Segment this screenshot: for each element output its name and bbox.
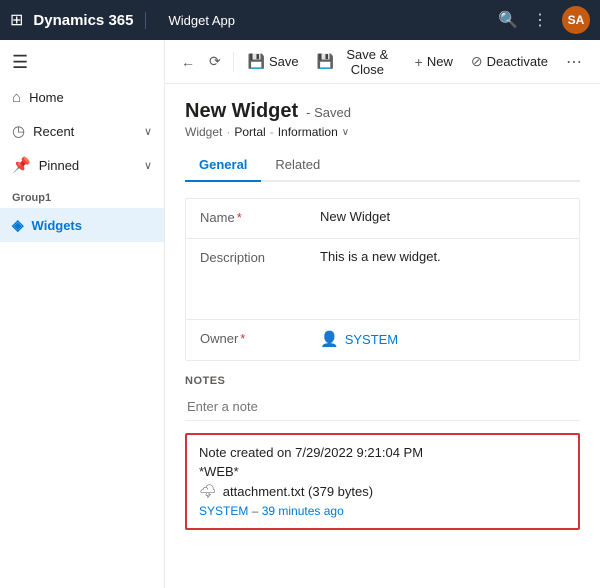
more-options-icon[interactable]: ⋮ <box>532 10 548 30</box>
sidebar-item-home-label: Home <box>29 90 64 105</box>
owner-name: SYSTEM <box>345 332 398 347</box>
attachment-icon: 🌩 <box>199 483 217 500</box>
field-owner-label: Owner* <box>200 330 320 346</box>
deactivate-label: Deactivate <box>487 54 548 69</box>
form-title: New Widget <box>185 100 298 123</box>
breadcrumb-dropdown-icon[interactable]: ∨ <box>342 127 349 138</box>
save-close-button[interactable]: 💾 Save & Close <box>309 41 405 83</box>
recent-icon: ◷ <box>12 122 25 140</box>
content-area: ← ⟳ 💾 Save 💾 Save & Close + New ⊘ Deacti… <box>165 40 600 588</box>
sidebar-item-recent-label: Recent <box>33 124 74 139</box>
note-date: Note created on 7/29/2022 9:21:04 PM <box>199 445 566 460</box>
field-owner-row: Owner* 👤 SYSTEM <box>186 320 579 360</box>
tabs: General Related <box>185 149 580 182</box>
save-button[interactable]: 💾 Save <box>240 47 307 76</box>
command-bar: ← ⟳ 💾 Save 💾 Save & Close + New ⊘ Deacti… <box>165 40 600 84</box>
divider <box>233 52 234 72</box>
refresh-button[interactable]: ⟳ <box>203 47 227 76</box>
field-description-value[interactable]: This is a new widget. <box>320 249 565 309</box>
main-layout: ☰ ⌂ Home ◷ Recent ∨ 📌 Pinned ∨ Group1 ◈ … <box>0 40 600 588</box>
back-button[interactable]: ← <box>175 48 201 76</box>
sidebar-item-home[interactable]: ⌂ Home <box>0 81 164 114</box>
save-label: Save <box>269 54 299 69</box>
breadcrumb-part3: Information <box>278 125 338 139</box>
app-title: Dynamics 365 <box>33 12 146 29</box>
field-name-value[interactable]: New Widget <box>320 209 565 224</box>
deactivate-button[interactable]: ⊘ Deactivate <box>463 47 556 76</box>
person-icon: 👤 <box>320 330 339 348</box>
hamburger-icon[interactable]: ☰ <box>0 44 164 81</box>
breadcrumb-sep1: · <box>226 125 230 139</box>
sidebar-group-label: Group1 <box>0 182 164 208</box>
breadcrumb-sep2: - <box>270 125 274 139</box>
field-description-label: Description <box>200 249 320 265</box>
field-name-row: Name* New Widget <box>186 199 579 239</box>
search-icon[interactable]: 🔍 <box>498 10 518 30</box>
form-section: Name* New Widget Description This is a n… <box>185 198 580 361</box>
sidebar-item-widgets-label: Widgets <box>32 218 82 233</box>
sidebar-item-widgets[interactable]: ◈ Widgets <box>0 208 164 242</box>
home-icon: ⌂ <box>12 89 21 106</box>
notes-section: NOTES Note created on 7/29/2022 9:21:04 … <box>185 375 580 530</box>
deactivate-icon: ⊘ <box>471 53 483 70</box>
app-name: Widget App <box>156 13 235 28</box>
breadcrumb: Widget · Portal - Information ∨ <box>185 125 580 139</box>
chevron-down-icon: ∨ <box>144 159 152 172</box>
new-icon: + <box>415 54 423 70</box>
note-web: *WEB* <box>199 464 566 479</box>
more-commands-button[interactable]: ⋯ <box>558 46 590 78</box>
tab-general[interactable]: General <box>185 149 261 182</box>
chevron-down-icon: ∨ <box>144 125 152 138</box>
note-attachment: 🌩 attachment.txt (379 bytes) <box>199 483 566 500</box>
note-footer: SYSTEM – 39 minutes ago <box>199 504 566 518</box>
save-close-icon: 💾 <box>317 53 334 70</box>
sidebar-item-pinned-label: Pinned <box>39 158 79 173</box>
field-description-row: Description This is a new widget. <box>186 239 579 320</box>
note-time-separator: – <box>252 504 262 518</box>
field-name-label: Name* <box>200 209 320 225</box>
sidebar: ☰ ⌂ Home ◷ Recent ∨ 📌 Pinned ∨ Group1 ◈ … <box>0 40 165 588</box>
required-indicator: * <box>240 331 245 346</box>
notes-header: NOTES <box>185 375 580 387</box>
sidebar-item-recent[interactable]: ◷ Recent ∨ <box>0 114 164 148</box>
new-button[interactable]: + New <box>407 48 461 76</box>
save-close-label: Save & Close <box>338 47 397 77</box>
notes-input[interactable] <box>185 393 580 421</box>
tab-related[interactable]: Related <box>261 149 334 182</box>
new-label: New <box>427 54 453 69</box>
form-area: New Widget - Saved Widget · Portal - Inf… <box>165 84 600 588</box>
avatar[interactable]: SA <box>562 6 590 34</box>
top-bar-right: 🔍 ⋮ SA <box>498 6 590 34</box>
form-title-row: New Widget - Saved <box>185 100 580 123</box>
breadcrumb-part2: Portal <box>234 125 265 139</box>
sidebar-item-pinned[interactable]: 📌 Pinned ∨ <box>0 148 164 182</box>
breadcrumb-part1: Widget <box>185 125 222 139</box>
required-indicator: * <box>237 210 242 225</box>
form-saved-status: - Saved <box>306 105 351 120</box>
field-owner-value[interactable]: 👤 SYSTEM <box>320 330 398 348</box>
grid-icon[interactable]: ⊞ <box>10 10 23 30</box>
widgets-icon: ◈ <box>12 216 24 234</box>
note-author[interactable]: SYSTEM <box>199 504 248 518</box>
top-bar: ⊞ Dynamics 365 Widget App 🔍 ⋮ SA <box>0 0 600 40</box>
note-card: Note created on 7/29/2022 9:21:04 PM *WE… <box>185 433 580 530</box>
pin-icon: 📌 <box>12 156 31 174</box>
save-icon: 💾 <box>248 53 265 70</box>
note-time[interactable]: 39 minutes ago <box>262 504 344 518</box>
attachment-text[interactable]: attachment.txt (379 bytes) <box>223 484 373 499</box>
